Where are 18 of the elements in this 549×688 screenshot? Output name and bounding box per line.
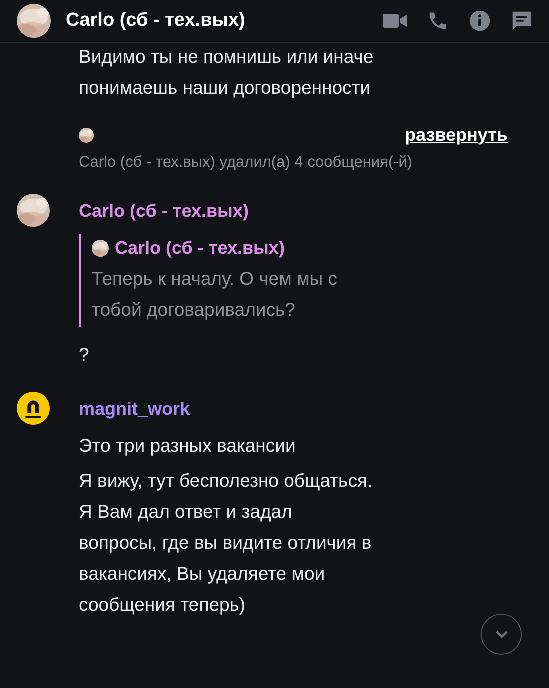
author-name[interactable]: magnit_work xyxy=(79,398,190,420)
message-text: Я вижу, тут бесполезно общаться. Я Вам дал ответ и задал вопросы, где вы видите отличия в вакансиях, Вы удаляете мои сообщения теперь) xyxy=(79,469,374,617)
phone-icon[interactable] xyxy=(427,10,449,32)
message-text: Видимо ты не помнишь или иначе понимаешь наши договоренности xyxy=(79,45,374,100)
video-camera-icon[interactable] xyxy=(383,11,407,31)
quoted-text: Теперь к началу. О чем мы с тобой договаривались? xyxy=(92,267,338,322)
expand-link[interactable]: развернуть xyxy=(405,124,508,146)
message-text: ? xyxy=(79,343,90,367)
quoted-author: Carlo (сб - тех.вых) xyxy=(115,238,285,259)
chevron-down-icon xyxy=(494,630,508,639)
magnet-logo-icon xyxy=(17,392,50,425)
chat-title: Carlo (сб - тех.вых) xyxy=(66,10,246,32)
author-name[interactable]: Carlo (сб - тех.вых) xyxy=(79,200,249,222)
reply-quote[interactable]: Carlo (сб - тех.вых) Теперь к началу. О чем мы с тобой договаривались? xyxy=(79,234,382,327)
deleted-notice: Carlo (сб - тех.вых) удалил(а) 4 сообщения(-й) xyxy=(79,154,413,172)
message-text: Это три разных вакансии xyxy=(79,434,297,458)
info-icon[interactable] xyxy=(469,10,491,32)
chat-icon[interactable] xyxy=(511,10,533,32)
